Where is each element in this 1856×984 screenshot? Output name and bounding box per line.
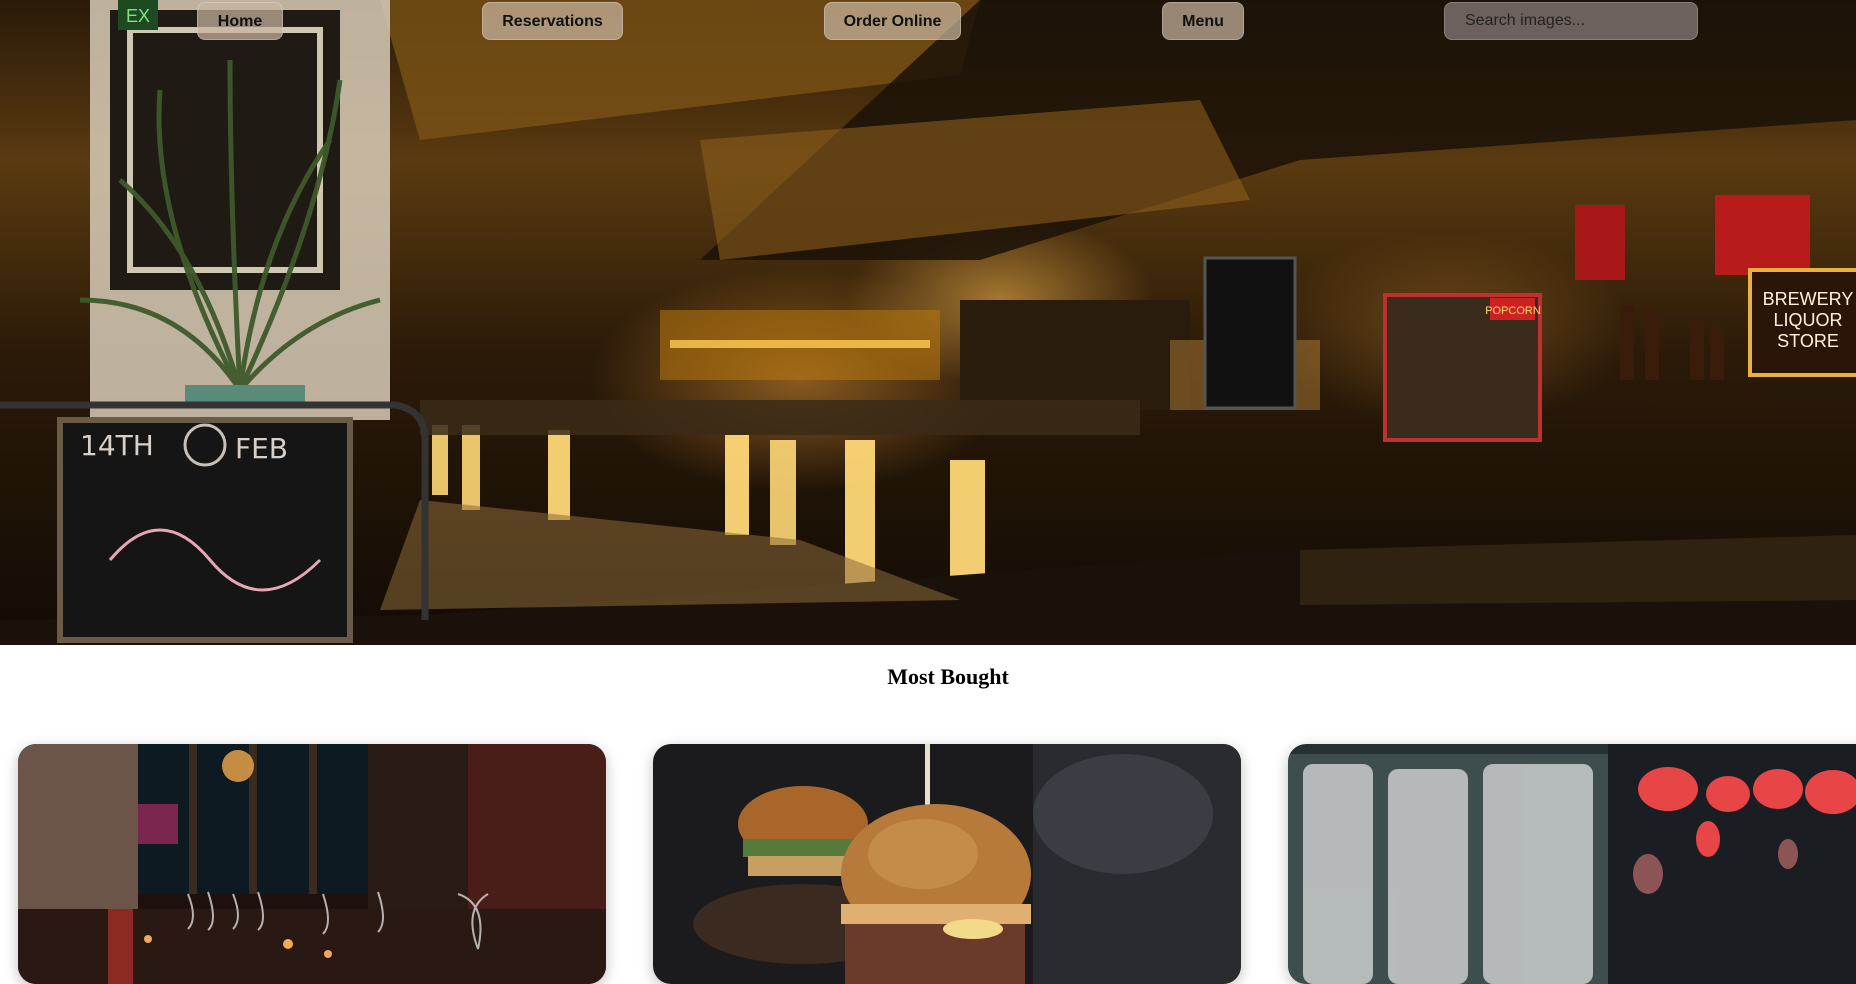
brewery-sign-line1: BREWERY (1763, 289, 1854, 309)
most-bought-title: Most Bought (887, 664, 1009, 689)
burger-image (653, 744, 1241, 984)
product-card-dining-room[interactable] (18, 744, 606, 984)
brewery-sign-line3: STORE (1777, 331, 1839, 351)
hero-image: POPCORN BREWERY LIQUOR STORE 14TH FEB EX… (0, 0, 1856, 645)
nav-menu-button[interactable]: Menu (1162, 2, 1244, 40)
nav-reservations-button[interactable]: Reservations (482, 2, 623, 40)
search-input[interactable] (1444, 2, 1698, 40)
product-card-neon[interactable] (1288, 744, 1856, 984)
nav-order-online-button[interactable]: Order Online (824, 2, 961, 40)
hero-illustration: POPCORN BREWERY LIQUOR STORE 14TH FEB EX (0, 0, 1856, 645)
product-card-burger[interactable] (653, 744, 1241, 984)
dining-room-image (18, 744, 606, 984)
nav-home-button[interactable]: Home (197, 2, 283, 40)
brewery-sign-line2: LIQUOR (1773, 310, 1842, 330)
chalkboard-date: 14TH (80, 429, 154, 462)
exit-sign: EX (126, 6, 150, 26)
neon-bokeh-image (1288, 744, 1856, 984)
popcorn-sign: POPCORN (1485, 305, 1541, 317)
chalkboard-month: FEB (235, 432, 288, 465)
